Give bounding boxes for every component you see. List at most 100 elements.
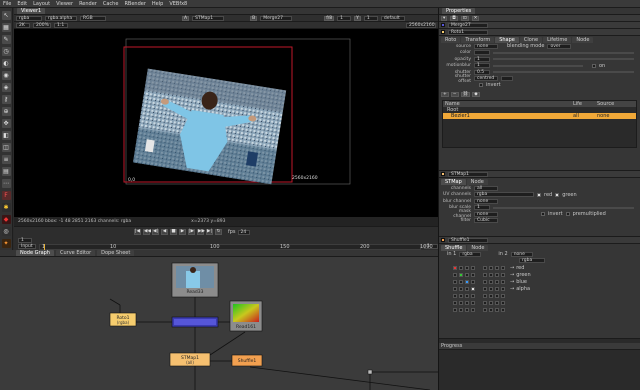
shuffle-red-3[interactable] [501,265,505,270]
shuffle-green-0[interactable] [483,272,487,277]
roto-motionblur-field[interactable]: 1 [474,63,490,69]
color-tool-icon[interactable]: ◉ [1,71,11,80]
roto-opacity-field[interactable]: 1 [474,56,490,62]
merge-node-color-swatch[interactable] [441,23,445,27]
menu-rbender[interactable]: RBender [124,1,145,7]
collapse-all-icon[interactable]: ▾ [441,15,448,21]
shuffle-blue-g[interactable] [459,279,463,284]
pointer-tool-icon[interactable]: ↖ [1,11,11,20]
shuffle-x1-5[interactable] [489,293,493,298]
roto-link-icon[interactable]: ⛓ [460,91,471,97]
range-start-field[interactable]: 1 [18,237,32,243]
merge27-name-field[interactable]: Merge27 [448,22,488,28]
shuffle-alpha-r[interactable] [453,286,457,291]
roto-shutter-offset-dropdown[interactable]: centred [474,76,498,82]
stmap-channels-dropdown[interactable]: all [474,185,498,191]
shuffle-blue-3[interactable] [501,279,505,284]
shuffle-green-b[interactable] [465,272,469,277]
3d-tool-icon[interactable]: ◧ [1,131,11,140]
shuffle-x2-3[interactable] [471,300,475,305]
node-stmap1[interactable]: STMap1 (all) [169,352,211,367]
gain-field[interactable]: 1 [337,15,352,21]
roto-tab-roto[interactable]: Roto [441,36,461,43]
filter-tool-icon[interactable]: ◈ [1,83,11,92]
roto-shutter-slider[interactable] [493,71,634,74]
furnace-tool-icon[interactable]: F [1,191,11,200]
stop-button[interactable]: ■ [170,229,177,235]
shuffle-red-2[interactable] [495,265,499,270]
shuffle-alpha-3[interactable] [501,286,505,291]
stmap-tab-stmap[interactable]: STMap [441,178,466,185]
shuffle-tab-shuffle[interactable]: Shuffle [441,244,467,251]
stmap-mask-invert-checkbox[interactable] [541,212,545,217]
play-back-button[interactable]: ◀ [161,229,168,235]
node-shuffle1[interactable]: Shuffle1 [231,354,263,367]
tab-properties[interactable]: Properties [442,8,476,14]
node-read161[interactable]: Read161 [229,300,263,332]
shuffle-x3-6[interactable] [495,307,499,312]
shuffle-x2-2[interactable] [465,300,469,305]
clear-icon[interactable]: ✕ [471,15,480,21]
shuffle-out-dropdown[interactable]: rgba [519,258,545,264]
stmap-tab-node[interactable]: Node [466,178,488,185]
frame-field[interactable]: 1 [363,15,378,21]
shuffle-in1-dropdown[interactable]: rgba [459,251,482,257]
keyer-tool-icon[interactable]: ⚷ [1,95,11,104]
plugin-sapphire-icon[interactable]: ◎ [1,227,11,236]
other-tool-icon[interactable]: ⋯ [1,179,11,188]
toolsets-tool-icon[interactable]: ▤ [1,167,11,176]
roto-color-slider[interactable] [493,51,634,54]
first-frame-button[interactable]: |◀ [134,229,141,235]
input-b-label[interactable]: B [250,15,258,21]
lock-icon[interactable]: ◘ [450,15,458,21]
roto-on-checkbox[interactable] [592,63,596,68]
shuffle-x1-3[interactable] [471,293,475,298]
shuffle-blue-1[interactable] [489,279,493,284]
playhead[interactable] [44,243,45,250]
stmap-mask-dropdown[interactable]: none [474,211,498,217]
stmap-uv-dropdown[interactable]: rgba [474,192,534,198]
roto-invert-checkbox[interactable] [479,83,483,88]
input-a-dropdown[interactable]: STMap1 [192,15,225,21]
menu-file[interactable]: File [3,1,11,7]
shuffle-x1-7[interactable] [501,293,505,298]
shuffle-green-r[interactable] [453,272,457,277]
roto-shutter-offset-value[interactable] [501,76,513,82]
shuffle-alpha-g[interactable] [459,286,463,291]
views-tool-icon[interactable]: ◫ [1,143,11,152]
shuffle-blue-r[interactable] [453,279,457,284]
roto-motionblur-slider[interactable] [493,64,583,67]
input-b-dropdown[interactable]: Merge27 [260,15,293,21]
roto-tab-transform[interactable]: Transform [461,36,495,43]
roto-layer-bezier1[interactable]: Bezier1 all none [443,112,636,119]
node-read33[interactable]: Read33 [171,262,219,298]
shuffle-alpha-a[interactable] [471,286,475,291]
roto-tab-node[interactable]: Node [572,36,594,43]
metadata-tool-icon[interactable]: ≡ [1,155,11,164]
stmap-premult-checkbox[interactable] [565,212,570,217]
draw-tool-icon[interactable]: ✎ [1,35,11,44]
roto-tab-shape[interactable]: Shape [495,36,519,43]
shuffle-alpha-1[interactable] [489,286,493,291]
shuffle-green-2[interactable] [495,272,499,277]
next-key-button[interactable]: ▶▶ [197,229,205,235]
menu-edit[interactable]: Edit [17,1,27,7]
shuffle-x1-1[interactable] [459,293,463,298]
plugin-red-icon[interactable]: ◆ [1,215,11,224]
shuffle-x3-4[interactable] [483,307,487,312]
float-icon[interactable]: ⊡ [460,15,469,21]
shuffle-blue-2[interactable] [495,279,499,284]
play-forward-button[interactable]: ▶ [179,229,186,235]
channels-dropdown[interactable]: rgba [16,15,42,21]
node-dot[interactable] [367,369,373,375]
shuffle-x1-2[interactable] [465,293,469,298]
uv-green-checkbox[interactable] [555,192,560,197]
tab-dope-sheet[interactable]: Dope Sheet [97,250,135,256]
lut-dropdown[interactable]: default [380,15,405,21]
range-mode-dropdown[interactable]: Input [18,244,36,249]
node-merge27[interactable] [171,316,219,328]
shuffle-node-color-swatch[interactable] [441,238,445,242]
plugin-ocula-icon[interactable]: ✱ [1,203,11,212]
shuffle-red-1[interactable] [489,265,493,270]
colorspace-dropdown[interactable]: RGB [80,15,106,21]
